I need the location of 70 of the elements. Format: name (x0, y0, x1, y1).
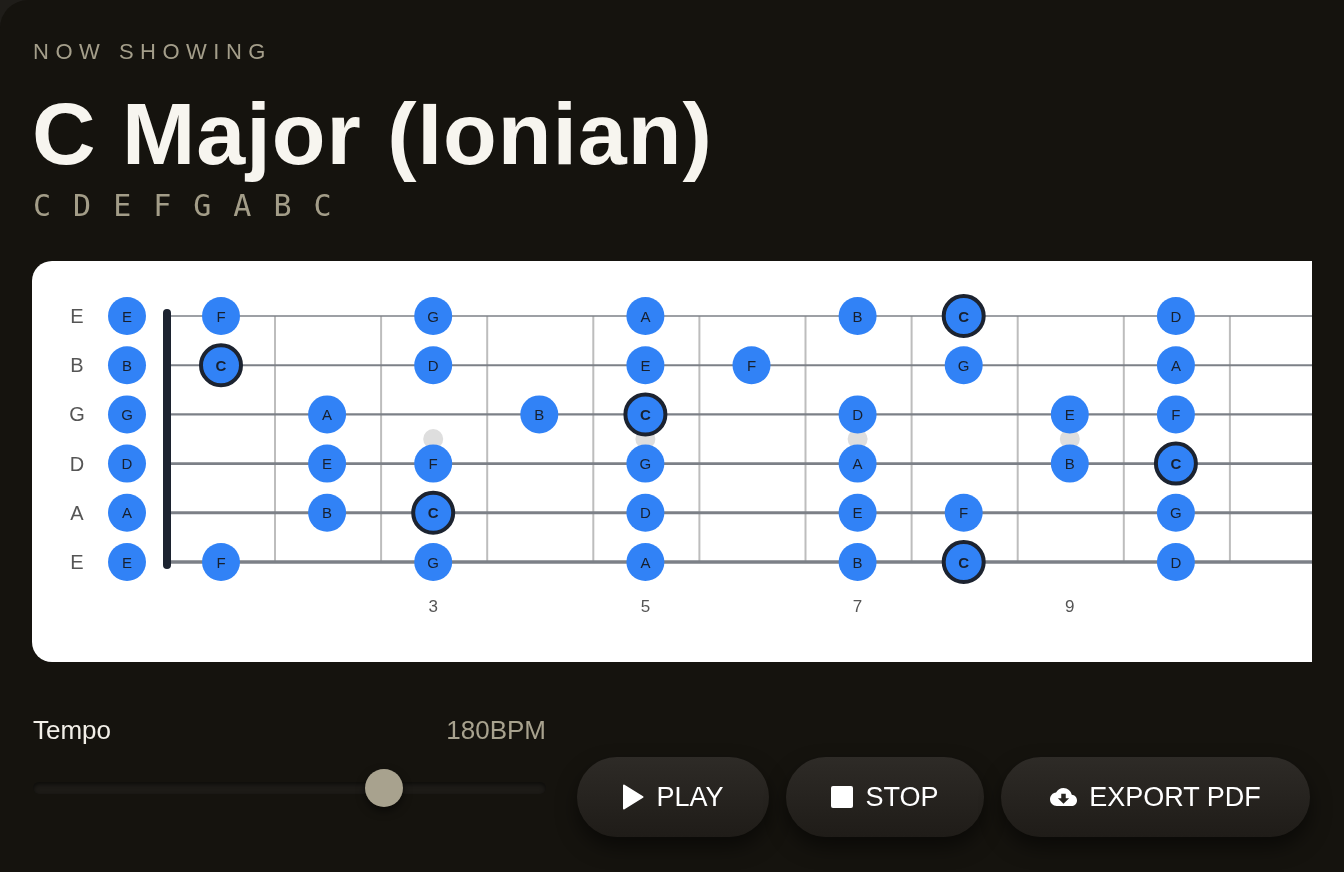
scale-note: A (233, 191, 252, 221)
note-marker: F (1156, 395, 1195, 434)
fret-number: 7 (852, 596, 863, 616)
note-marker: G (108, 395, 146, 434)
scale-note: G (193, 191, 212, 221)
note-marker: C (199, 343, 243, 388)
string-label: E (70, 305, 84, 327)
note-marker: B (838, 297, 877, 335)
note-marker: B (308, 493, 347, 532)
string-label: A (70, 501, 84, 524)
note-marker: A (626, 543, 665, 581)
note-marker: D (838, 395, 877, 434)
scale-note: C (313, 191, 332, 221)
export-button[interactable]: EXPORT PDF (1001, 757, 1310, 837)
note-marker: G (414, 543, 453, 581)
note-marker: B (520, 395, 559, 434)
fret-number: 9 (1065, 596, 1075, 616)
note-marker: C (1153, 441, 1198, 486)
note-marker: C (411, 490, 456, 535)
note-marker: G (414, 297, 453, 335)
note-marker: E (108, 297, 146, 335)
eyebrow-label: NOW SHOWING (32, 41, 272, 63)
note-marker: D (1156, 543, 1195, 581)
note-marker: F (202, 297, 240, 335)
slider-thumb[interactable] (364, 769, 403, 807)
fret-number: 3 (428, 596, 438, 616)
note-marker: D (414, 346, 453, 385)
note-marker: E (626, 346, 665, 385)
note-marker: A (626, 297, 665, 335)
string-label: G (69, 403, 85, 426)
stop-button[interactable]: STOP (786, 757, 984, 837)
scale-note: E (113, 191, 132, 221)
fret-number: 5 (640, 596, 651, 616)
tempo-reading: 180BPM (446, 717, 546, 743)
scale-note: F (153, 191, 172, 221)
cloud-download-icon (1050, 788, 1078, 806)
note-marker: E (108, 543, 146, 581)
note-marker: A (1156, 346, 1195, 385)
note-marker: D (108, 444, 146, 483)
note-marker: A (108, 493, 146, 532)
note-marker: G (944, 346, 983, 385)
scale-note: C (33, 191, 52, 221)
note-marker: E (838, 493, 877, 532)
stop-icon (831, 786, 854, 808)
tempo-label: Tempo (33, 717, 112, 743)
note-marker: C (941, 294, 986, 338)
note-marker: G (1156, 493, 1195, 532)
string-label: D (69, 452, 85, 475)
note-marker: G (626, 444, 665, 483)
note-marker: A (838, 444, 877, 483)
note-marker: B (1050, 444, 1089, 483)
note-marker: D (1156, 297, 1195, 335)
note-marker: B (108, 346, 146, 385)
string-label: E (70, 551, 84, 573)
note-marker: A (308, 395, 347, 434)
play-icon (622, 784, 645, 810)
scale-note: B (273, 191, 292, 221)
note-marker: B (838, 543, 877, 581)
scale-note: D (73, 191, 92, 221)
note-marker: F (414, 444, 453, 483)
note-marker: F (202, 543, 240, 581)
note-marker: E (1050, 395, 1089, 434)
play-button[interactable]: PLAY (577, 757, 769, 837)
note-marker: D (626, 493, 665, 532)
note-marker: C (623, 392, 668, 437)
note-marker: C (941, 540, 986, 584)
note-marker: F (732, 346, 771, 385)
string-label: B (70, 354, 84, 377)
note-marker: F (944, 493, 983, 532)
note-marker: E (308, 444, 347, 483)
